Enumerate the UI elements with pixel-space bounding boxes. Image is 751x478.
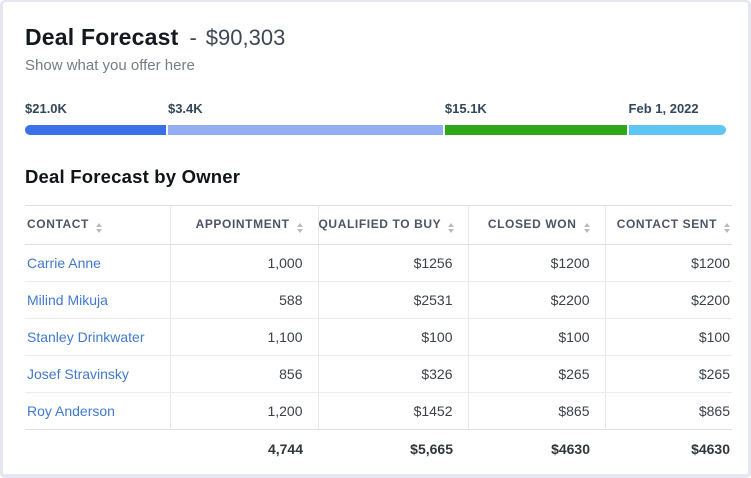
table-row: Carrie Anne 1,000 $1256 $1200 $1200 <box>25 245 732 282</box>
table-title: Deal Forecast by Owner <box>25 166 726 188</box>
appointment-cell: 1,200 <box>170 393 318 430</box>
closed-won-cell: $865 <box>468 393 605 430</box>
totals-appointment: 4,744 <box>170 430 318 469</box>
totals-qualified-to-buy: $5,665 <box>318 430 468 469</box>
progress-segment <box>629 125 726 135</box>
closed-won-cell: $2200 <box>468 282 605 319</box>
contact-link[interactable]: Roy Anderson <box>27 403 115 419</box>
table-row: Stanley Drinkwater 1,100 $100 $100 $100 <box>25 319 732 356</box>
contact-cell: Milind Mikuja <box>25 282 170 319</box>
appointment-cell: 1,000 <box>170 245 318 282</box>
contact-sent-cell: $2200 <box>605 282 732 319</box>
contact-cell: Carrie Anne <box>25 245 170 282</box>
contact-cell: Josef Stravinsky <box>25 356 170 393</box>
totals-closed-won: $4630 <box>468 430 605 469</box>
segment-label: $3.4K <box>168 101 443 116</box>
qualified-to-buy-cell: $1452 <box>318 393 468 430</box>
contact-cell: Stanley Drinkwater <box>25 319 170 356</box>
table-row: Josef Stravinsky 856 $326 $265 $265 <box>25 356 732 393</box>
page-title: Deal Forecast <box>25 24 178 51</box>
sort-icon[interactable] <box>297 223 303 233</box>
forecast-total-amount: $90,303 <box>206 25 286 51</box>
page-header: Deal Forecast - $90,303 <box>25 24 726 51</box>
contact-sent-cell: $865 <box>605 393 732 430</box>
sort-icon[interactable] <box>724 223 730 233</box>
title-dash: - <box>189 25 196 51</box>
sort-icon[interactable] <box>448 223 454 233</box>
sort-icon[interactable] <box>584 223 590 233</box>
contact-link[interactable]: Milind Mikuja <box>27 292 108 308</box>
appointment-cell: 1,100 <box>170 319 318 356</box>
segment-label: Feb 1, 2022 <box>629 101 726 116</box>
contact-link[interactable]: Josef Stravinsky <box>27 366 129 382</box>
column-header-closed-won[interactable]: CLOSED WON <box>468 206 605 245</box>
appointment-cell: 856 <box>170 356 318 393</box>
column-header-contact[interactable]: CONTACT <box>25 206 170 245</box>
qualified-to-buy-cell: $2531 <box>318 282 468 319</box>
segment-label: $15.1K <box>445 101 627 116</box>
contact-sent-cell: $100 <box>605 319 732 356</box>
progress-segment <box>25 125 166 135</box>
contact-cell: Roy Anderson <box>25 393 170 430</box>
deal-forecast-card: Deal Forecast - $90,303 Show what you of… <box>0 0 751 478</box>
closed-won-cell: $1200 <box>468 245 605 282</box>
progress-segment <box>445 125 627 135</box>
contact-sent-cell: $265 <box>605 356 732 393</box>
sort-icon[interactable] <box>96 223 102 233</box>
closed-won-cell: $100 <box>468 319 605 356</box>
totals-empty-cell <box>25 430 170 469</box>
qualified-to-buy-cell: $100 <box>318 319 468 356</box>
table-row: Milind Mikuja 588 $2531 $2200 $2200 <box>25 282 732 319</box>
qualified-to-buy-cell: $326 <box>318 356 468 393</box>
deal-forecast-table: CONTACT APPOINTMENT QUALIFIED TO BUY CLO… <box>25 205 732 468</box>
appointment-cell: 588 <box>170 282 318 319</box>
forecast-progress-bar: $21.0K $3.4K $15.1K Feb 1, 2022 <box>25 101 726 135</box>
column-header-appointment[interactable]: APPOINTMENT <box>170 206 318 245</box>
stacked-progress-track <box>25 125 726 135</box>
qualified-to-buy-cell: $1256 <box>318 245 468 282</box>
progress-segment <box>168 125 443 135</box>
closed-won-cell: $265 <box>468 356 605 393</box>
contact-link[interactable]: Stanley Drinkwater <box>27 329 145 345</box>
table-header-row: CONTACT APPOINTMENT QUALIFIED TO BUY CLO… <box>25 206 732 245</box>
contact-link[interactable]: Carrie Anne <box>27 255 101 271</box>
progress-segment-labels: $21.0K $3.4K $15.1K Feb 1, 2022 <box>25 101 726 116</box>
page-subtitle: Show what you offer here <box>25 57 726 74</box>
totals-contact-sent: $4630 <box>605 430 732 469</box>
totals-row: 4,744 $5,665 $4630 $4630 <box>25 430 732 469</box>
column-header-qualified-to-buy[interactable]: QUALIFIED TO BUY <box>318 206 468 245</box>
segment-label: $21.0K <box>25 101 166 116</box>
contact-sent-cell: $1200 <box>605 245 732 282</box>
table-row: Roy Anderson 1,200 $1452 $865 $865 <box>25 393 732 430</box>
column-header-contact-sent[interactable]: CONTACT SENT <box>605 206 732 245</box>
